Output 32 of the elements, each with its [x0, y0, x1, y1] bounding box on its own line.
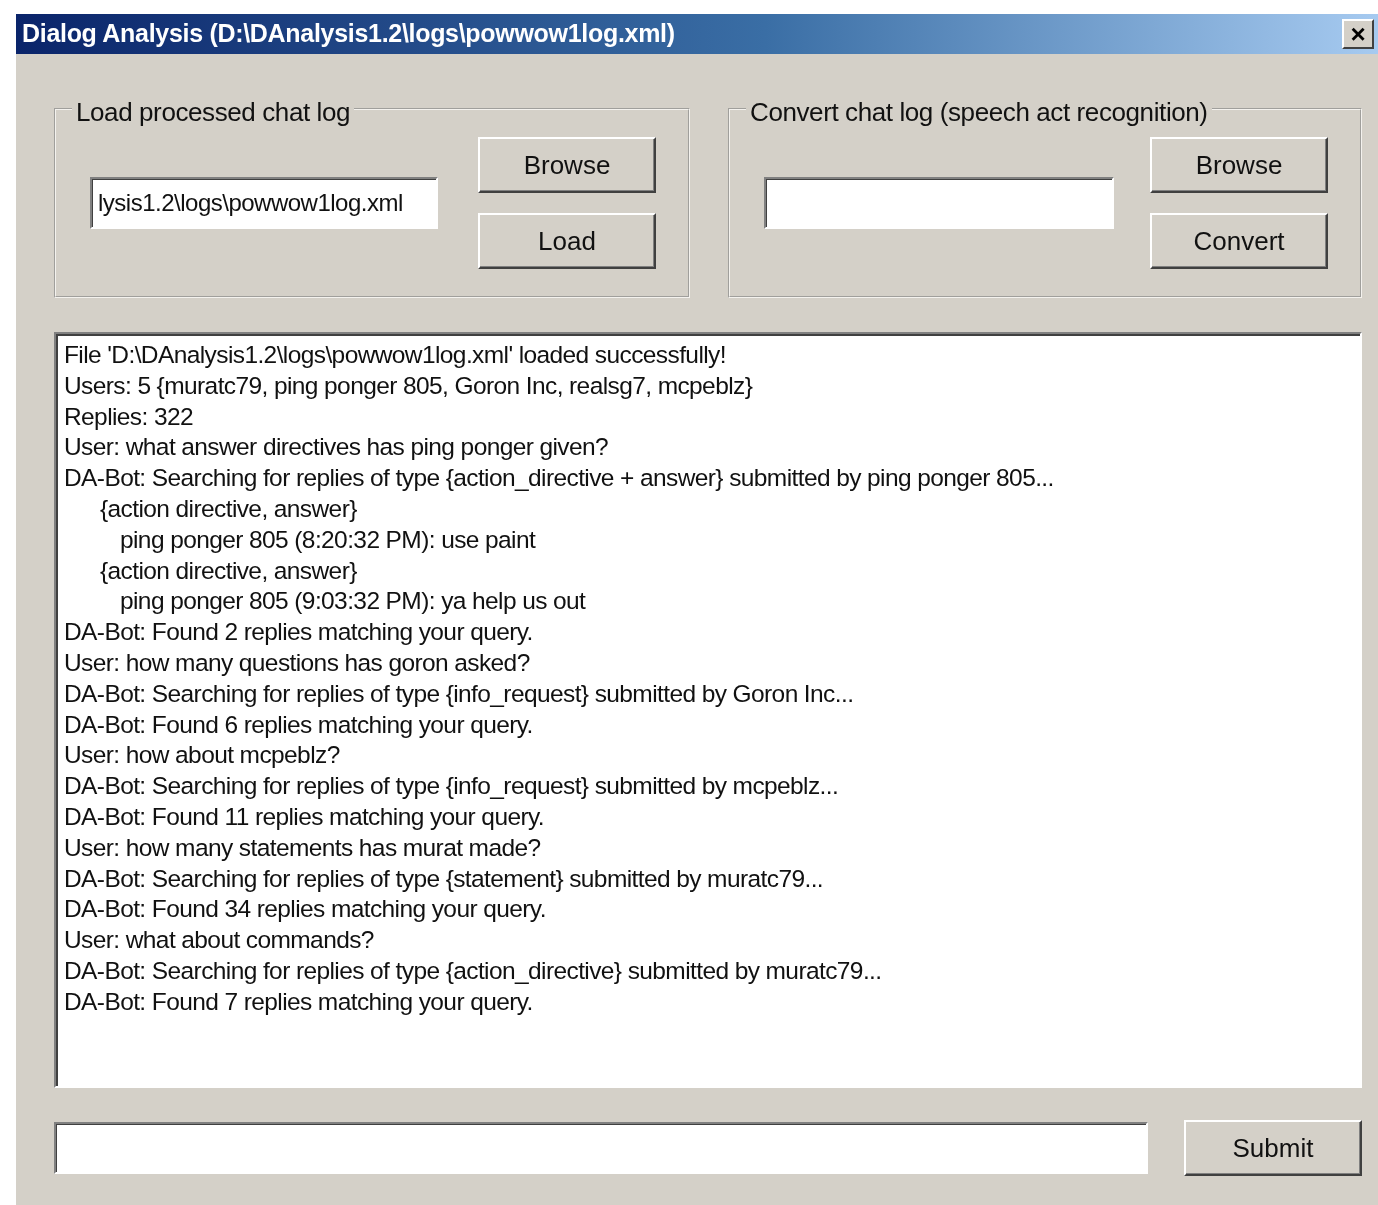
action-button[interactable]: Convert [1150, 213, 1328, 269]
log-line: DA-Bot: Searching for replies of type {action_directive + answer} submitted by ping ponger 805... [64, 463, 1054, 494]
log-line: File 'D:\DAnalysis1.2\logs\powwow1log.xml' loaded successfully! [64, 340, 726, 370]
log-line: DA-Bot: Searching for replies of type {info_request} submitted by mcpeblz... [64, 771, 839, 802]
log-line: DA-Bot: Found 2 replies matching your query. [64, 617, 533, 648]
log-line: User: what answer directives has ping ponger given? [64, 432, 609, 463]
query-field[interactable] [54, 1122, 1148, 1174]
log-line: ping ponger 805 (9:03:32 PM): ya help us out [119, 586, 586, 617]
log-line: ping ponger 805 (8:20:32 PM): use paint [119, 524, 536, 555]
log-line: Users: 5 {muratc79, ping ponger 805, Goron Inc, realsg7, mcpeblz} [64, 370, 753, 401]
path-field[interactable]: lysis1.2\logs\powwow1log.xml [90, 177, 438, 229]
path-field[interactable] [764, 177, 1114, 229]
log-line: DA-Bot: Found 6 replies matching your query. [64, 709, 533, 740]
log-line: DA-Bot: Searching for replies of type {info_request} submitted by Goron Inc... [64, 678, 854, 709]
log-line: DA-Bot: Found 11 replies matching your query. [64, 801, 545, 832]
submit-button[interactable]: Submit [1184, 1120, 1362, 1176]
log-line: User: what about commands? [64, 925, 374, 956]
log-line: User: how many questions has goron asked? [64, 647, 530, 678]
log-line: {action directive, answer} [99, 494, 357, 524]
log-line: User: how many statements has murat made? [64, 832, 541, 863]
action-button[interactable]: Browse [478, 137, 656, 193]
log-line: Replies: 322 [64, 401, 193, 432]
close-button[interactable]: × [1342, 19, 1374, 49]
action-button[interactable]: Browse [1150, 137, 1328, 193]
log-line: DA-Bot: Found 34 replies matching your query. [64, 894, 546, 925]
action-button[interactable]: Load [478, 213, 656, 269]
log-line: DA-Bot: Searching for replies of type {action_directive} submitted by muratc79... [64, 955, 882, 986]
log-line: {action directive, answer} [99, 555, 357, 586]
log-line: DA-Bot: Found 7 replies matching your query. [64, 986, 533, 1017]
log-line: DA-Bot: Searching for replies of type {statement} submitted by muratc79... [64, 863, 824, 894]
log-line: User: how about mcpeblz? [64, 740, 340, 771]
window-title: Dialog Analysis (D:\DAnalysis1.2\logs\powwow1log.xml) [22, 18, 675, 50]
